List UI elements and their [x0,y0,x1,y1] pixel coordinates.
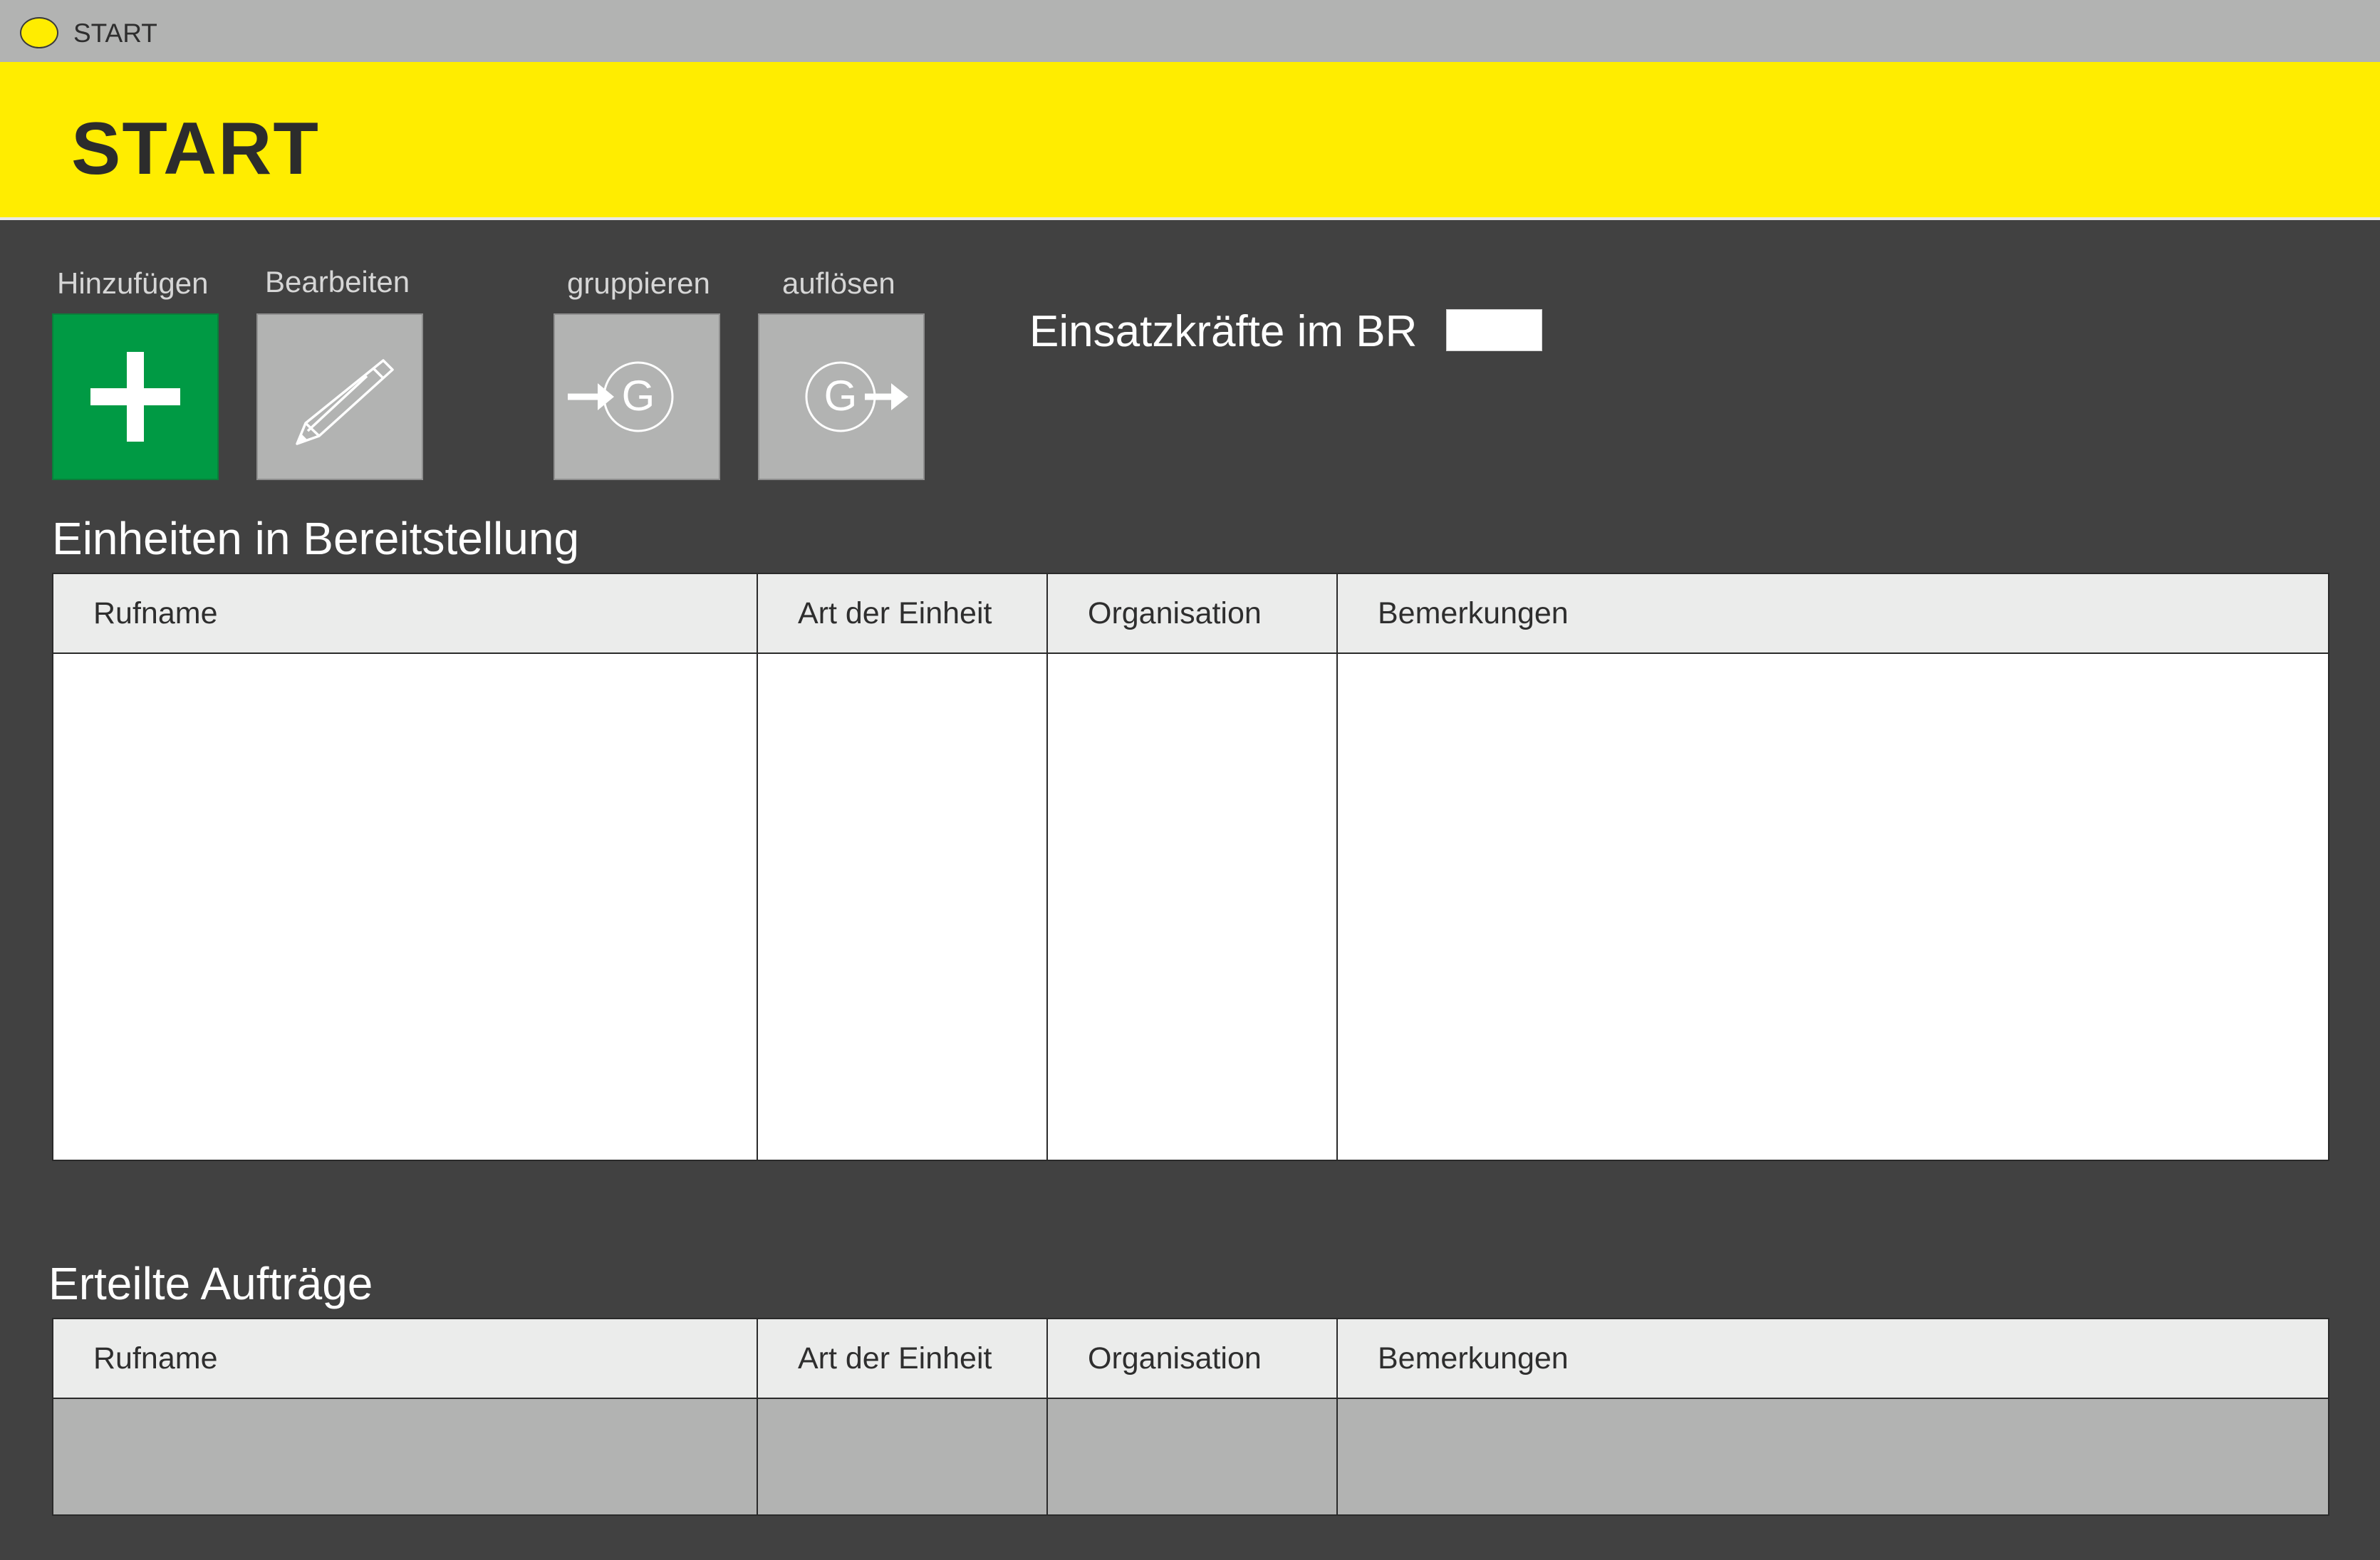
table-body-area[interactable] [52,1398,2329,1516]
table-cell [1336,652,2329,1161]
table-cell [1046,652,1338,1161]
edit-button[interactable] [256,313,423,480]
table-body-area[interactable] [52,652,2329,1161]
table-cell [52,1398,758,1516]
ungroup-button-label: auflösen [782,266,895,300]
add-button[interactable] [52,313,219,480]
table-cell [1046,1398,1338,1516]
column-header-remarks[interactable]: Bemerkungen [1336,573,2329,654]
column-header-organisation[interactable]: Organisation [1046,573,1338,654]
group-button[interactable]: G [554,313,720,480]
column-header-callsign[interactable]: Rufname [52,573,758,654]
forces-count-field[interactable] [1446,309,1542,351]
table-cell [1336,1398,2329,1516]
pencil-icon [296,359,394,445]
forces-count-label: Einsatzkräfte im BR [1029,307,1418,356]
staging-table: Rufname Art der Einheit Organisation Bem… [52,573,2329,1161]
arrow-out-of-group-icon: G [805,361,908,432]
orders-section-title: Erteilte Aufträge [48,1258,373,1309]
table-cell [52,652,758,1161]
column-header-unit-type[interactable]: Art der Einheit [757,1318,1048,1399]
group-button-label: gruppieren [567,266,710,300]
orders-table: Rufname Art der Einheit Organisation Bem… [52,1318,2329,1516]
page-header: START [0,62,2380,220]
staging-section-title: Einheiten in Bereitstellung [52,513,580,564]
table-header-row: Rufname Art der Einheit Organisation Bem… [52,1318,2329,1399]
column-header-callsign[interactable]: Rufname [52,1318,758,1399]
table-header-row: Rufname Art der Einheit Organisation Bem… [52,573,2329,654]
ungroup-letter: G [824,372,858,420]
column-header-remarks[interactable]: Bemerkungen [1336,1318,2329,1399]
column-header-organisation[interactable]: Organisation [1046,1318,1338,1399]
group-letter: G [622,372,655,420]
window-title: START [73,19,157,48]
arrow-into-group-icon: G [568,361,674,432]
status-dot-icon [20,17,58,48]
window-titlebar: START [0,0,2380,62]
add-button-label: Hinzufügen [57,266,209,300]
page-title: START [71,108,320,190]
plus-icon [90,352,180,442]
table-cell [757,652,1048,1161]
edit-button-label: Bearbeiten [265,265,410,298]
ungroup-button[interactable]: G [758,313,925,480]
column-header-unit-type[interactable]: Art der Einheit [757,573,1048,654]
table-cell [757,1398,1048,1516]
